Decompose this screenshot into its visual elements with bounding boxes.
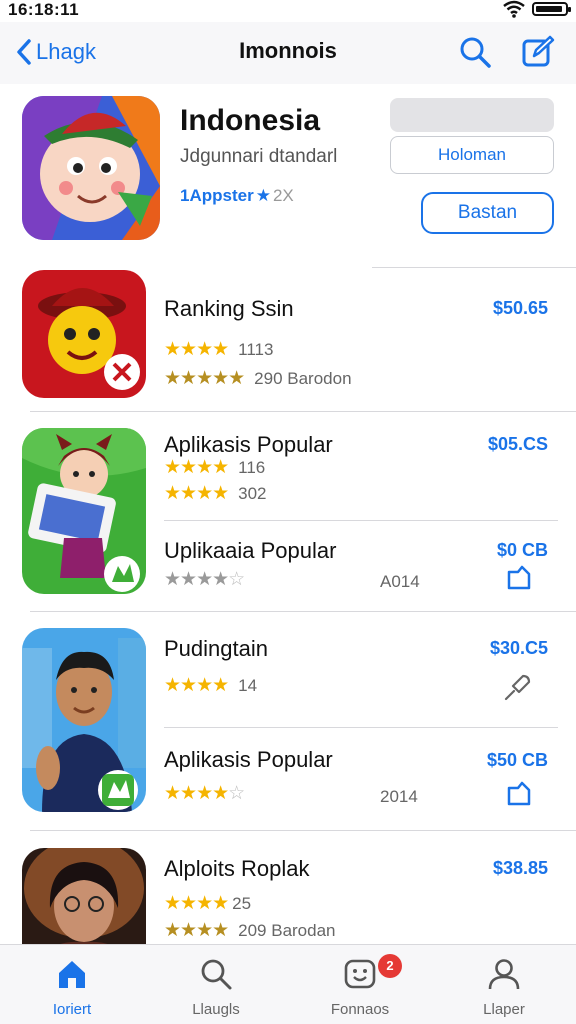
- app-title: Uplikaaia Popular: [164, 538, 337, 563]
- rating-count: 25: [232, 893, 252, 913]
- tab-profile[interactable]: Llaper: [432, 945, 576, 1024]
- featured-meta-label: 1Appster: [180, 186, 254, 205]
- tab-favorites[interactable]: Fonnaos: [288, 945, 432, 1024]
- app-icon: [22, 628, 146, 812]
- tab-home[interactable]: Ioriert: [0, 945, 144, 1024]
- app-price[interactable]: $50 CB: [487, 750, 548, 771]
- status-time: 16:18:11: [8, 0, 80, 19]
- placeholder-bar: [390, 98, 554, 132]
- share-icon[interactable]: [504, 778, 534, 808]
- star-rating: ★★★★ ☆: [164, 783, 245, 804]
- star-rating: ★★★★ 302: [164, 483, 267, 504]
- secondary-button[interactable]: Holoman: [390, 136, 554, 174]
- smiley-icon: [344, 959, 376, 989]
- search-icon[interactable]: [457, 34, 493, 70]
- app-icon: [22, 270, 146, 398]
- rating-count: 116: [238, 457, 266, 477]
- home-icon: [59, 961, 85, 988]
- tab-label: Ioriert: [52, 1001, 92, 1018]
- divider: [30, 411, 576, 412]
- featured-app-title: Indonesia: [180, 104, 321, 137]
- star-rating: ★★★★ 209 Barodan: [164, 920, 336, 941]
- search-icon: [201, 959, 232, 990]
- tab-label: Llaper: [483, 1001, 525, 1018]
- featured-meta-extra: 2X: [272, 186, 294, 205]
- status-bar: 16:18:11: [0, 0, 576, 22]
- get-button[interactable]: Bastan: [421, 192, 554, 234]
- app-title: Aplikasis Popular: [164, 432, 333, 457]
- battery-icon: [532, 2, 571, 16]
- app-icon: [22, 848, 146, 958]
- app-year: A014: [380, 572, 420, 591]
- featured-app-icon[interactable]: [22, 96, 160, 240]
- app-price[interactable]: $30.C5: [490, 638, 548, 659]
- app-title: Aplikasis Popular: [164, 747, 333, 772]
- divider: [30, 611, 576, 612]
- pin-icon[interactable]: [503, 672, 533, 702]
- app-title: Pudingtain: [164, 636, 268, 661]
- featured-app: Indonesia Jdgunnari dtandarl 1Appster ★ …: [0, 84, 576, 268]
- app-price[interactable]: $50.65: [493, 298, 548, 319]
- tab-label: Llaugls: [192, 1001, 240, 1018]
- app-subtext: 290 Barodon: [254, 368, 352, 388]
- app-year: 2014: [380, 787, 418, 806]
- app-title: Ranking Ssin: [164, 296, 294, 321]
- tab-label: Fonnaos: [330, 1001, 390, 1018]
- star-icon: ★: [255, 186, 271, 205]
- rating-count: 14: [238, 675, 258, 695]
- divider: [372, 267, 576, 268]
- app-icon: [22, 428, 146, 594]
- divider: [30, 830, 576, 831]
- notification-badge: 2: [378, 954, 402, 978]
- tab-bar: Ioriert Llaugls Fonnaos Llaper: [0, 944, 576, 1024]
- nav-bar: Lhagk Imonnois: [0, 22, 576, 84]
- app-price[interactable]: $38.85: [493, 858, 548, 879]
- tab-search[interactable]: Llaugls: [144, 945, 288, 1024]
- app-subtext: 302: [238, 483, 267, 503]
- app-price[interactable]: $0 CB: [497, 540, 548, 561]
- wifi-icon: [503, 0, 525, 18]
- divider: [164, 520, 558, 521]
- star-rating: ★★★★ 14: [164, 675, 258, 696]
- divider: [164, 727, 558, 728]
- person-icon: [488, 959, 520, 990]
- star-rating: ★★★★ 25: [164, 893, 252, 914]
- star-rating: ★★★★ ☆: [164, 569, 245, 590]
- featured-app-meta: 1Appster ★ 2X: [180, 186, 294, 206]
- rating-count: 1113: [238, 339, 274, 359]
- star-rating: ★★★★ 116: [164, 457, 266, 478]
- app-title: Alploits Roplak: [164, 856, 310, 881]
- star-rating: ★★★★ 1113: [164, 339, 274, 360]
- star-rating: ★★★★★ 290 Barodon: [164, 368, 352, 389]
- chevron-left-icon: [17, 39, 31, 65]
- share-icon[interactable]: [504, 562, 534, 592]
- back-label: Lhagk: [36, 39, 96, 64]
- app-price[interactable]: $05.CS: [488, 434, 548, 455]
- app-subtext: 209 Barodan: [238, 920, 336, 940]
- featured-app-subtitle: Jdgunnari dtandarl: [180, 146, 338, 167]
- back-button[interactable]: Lhagk: [16, 34, 96, 70]
- compose-icon[interactable]: [520, 34, 556, 70]
